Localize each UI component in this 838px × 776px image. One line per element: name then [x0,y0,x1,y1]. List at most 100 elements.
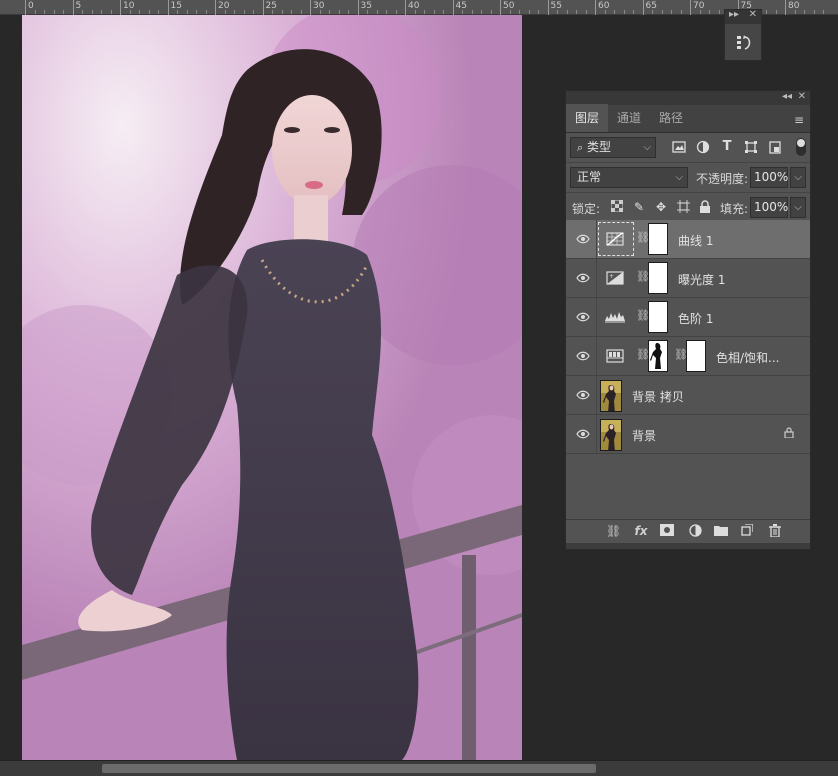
link-icon[interactable]: ⛓ [636,270,650,286]
opacity-chevron-icon[interactable]: ⌵ [790,167,806,188]
link-icon[interactable]: ⛓ [636,348,650,364]
visibility-eye-icon[interactable] [576,272,590,284]
tab-layers[interactable]: 图层 [566,104,609,132]
ruler-minor-tick [509,10,511,14]
ruler-minor-tick [813,10,815,14]
link-icon[interactable]: ⛓ [636,231,650,247]
layer-mask-thumbnail[interactable] [648,262,668,294]
visibility-eye-icon[interactable] [576,389,590,401]
close-icon[interactable]: ✕ [749,9,757,20]
ruler-minor-tick [633,10,634,14]
filter-type-icon[interactable]: T [720,140,734,154]
ruler-minor-tick [566,10,568,14]
expand-icon[interactable]: ▸▸ [729,9,739,20]
layer-name[interactable]: 曲线 1 [678,232,713,249]
panel-menu-icon[interactable]: ≡ [794,113,804,127]
ruler-minor-tick [433,10,435,14]
exposure-adjustment-icon: + [606,271,624,285]
ruler-minor-tick [234,10,235,14]
ruler-tick: 25 [262,0,277,15]
ruler-minor-tick [661,10,663,14]
divider [596,376,597,414]
lock-brush-icon[interactable]: ✎ [632,200,646,214]
layer-mask-thumbnail[interactable] [648,301,668,333]
blend-mode-dropdown[interactable]: 正常 ⌵ [570,167,688,188]
ruler-minor-tick [224,10,226,14]
history-icon[interactable] [736,34,752,52]
ruler-tick: 65 [642,0,657,15]
filter-smart-object-icon[interactable] [768,140,782,154]
lock-all-icon[interactable] [698,200,712,214]
ruler-minor-tick [775,10,777,14]
divider [596,415,597,453]
scrollbar-thumb[interactable] [102,764,596,773]
collapse-icon[interactable]: ◂◂ [782,91,792,102]
ruler-minor-tick [718,10,720,14]
layer-image-thumbnail[interactable] [600,380,622,412]
filter-type-dropdown[interactable]: ⌕ 类型 ⌵ [570,137,656,158]
ruler-tick: 10 [120,0,134,15]
lock-move-icon[interactable]: ✥ [654,200,668,214]
lock-icon[interactable] [784,427,794,441]
horizontal-scrollbar[interactable] [0,760,838,776]
divider [596,259,597,297]
new-layer-icon[interactable] [740,523,754,538]
visibility-eye-icon[interactable] [576,233,590,245]
layer-mask-thumbnail[interactable] [686,340,706,372]
layer-row-background[interactable]: 背景 [566,415,810,454]
search-icon: ⌕ [577,141,584,154]
ruler-minor-tick [101,10,102,14]
ruler-minor-tick [386,10,387,14]
ruler-minor-tick [528,10,530,14]
visibility-eye-icon[interactable] [576,428,590,440]
lock-artboard-icon[interactable] [676,200,690,214]
close-icon[interactable]: ✕ [798,91,806,102]
layer-row-background-copy[interactable]: 背景 拷贝 [566,376,810,415]
layer-name[interactable]: 曝光度 1 [678,271,725,288]
fx-icon[interactable]: fx [634,524,648,538]
filter-toggle[interactable] [796,138,806,156]
layer-row-curves[interactable]: ⛓ 曲线 1 [566,220,810,259]
ruler-minor-tick [490,10,492,14]
ruler-minor-tick [823,10,824,14]
layer-row-hue-saturation[interactable]: ⛓ ⛓ 色相/饱和... [566,337,810,376]
ruler-minor-tick [367,10,368,14]
levels-adjustment-icon [605,312,625,323]
layer-image-thumbnail[interactable] [600,419,622,451]
layer-name[interactable]: 背景 拷贝 [632,388,684,405]
layer-row-exposure[interactable]: + ⛓ 曝光度 1 [566,259,810,298]
filter-shape-icon[interactable] [744,140,758,154]
ruler-tick: 45 [452,0,467,15]
fill-chevron-icon[interactable]: ⌵ [790,197,806,218]
filter-pixel-icon[interactable] [672,140,686,154]
link-layers-icon[interactable]: ⛓ [606,524,621,538]
layer-row-levels[interactable]: ⛓ 色阶 1 [566,298,810,337]
ruler-minor-tick [376,10,378,14]
svg-text:+: + [609,273,614,280]
ruler-minor-tick [471,10,473,14]
layer-name[interactable]: 色阶 1 [678,310,713,327]
ruler-minor-tick [82,10,83,14]
panel-resize-footer[interactable] [566,543,810,549]
visibility-eye-icon[interactable] [576,311,590,323]
tab-paths[interactable]: 路径 [650,104,692,132]
new-group-icon[interactable] [714,524,728,538]
delete-layer-icon[interactable] [768,524,782,538]
opacity-input[interactable]: 100% [750,167,788,188]
layer-name[interactable]: 背景 [632,427,656,444]
visibility-eye-icon[interactable] [576,350,590,362]
ruler-minor-tick [652,10,653,14]
lock-transparent-icon[interactable] [610,199,624,214]
layer-mask-thumbnail[interactable] [648,223,668,255]
link-icon[interactable]: ⛓ [636,309,650,325]
link-icon[interactable]: ⛓ [674,348,688,364]
panel-header: ◂◂ ✕ [566,91,810,105]
layer-name[interactable]: 色相/饱和... [716,349,780,366]
ruler-minor-tick [424,10,425,14]
add-mask-icon[interactable] [660,524,674,538]
silhouette-mask-thumbnail[interactable] [648,340,668,372]
fill-input[interactable]: 100% [750,197,788,218]
filter-adjustment-icon[interactable] [696,140,710,154]
new-adjustment-icon[interactable] [688,524,702,538]
tab-channels[interactable]: 通道 [608,104,650,132]
